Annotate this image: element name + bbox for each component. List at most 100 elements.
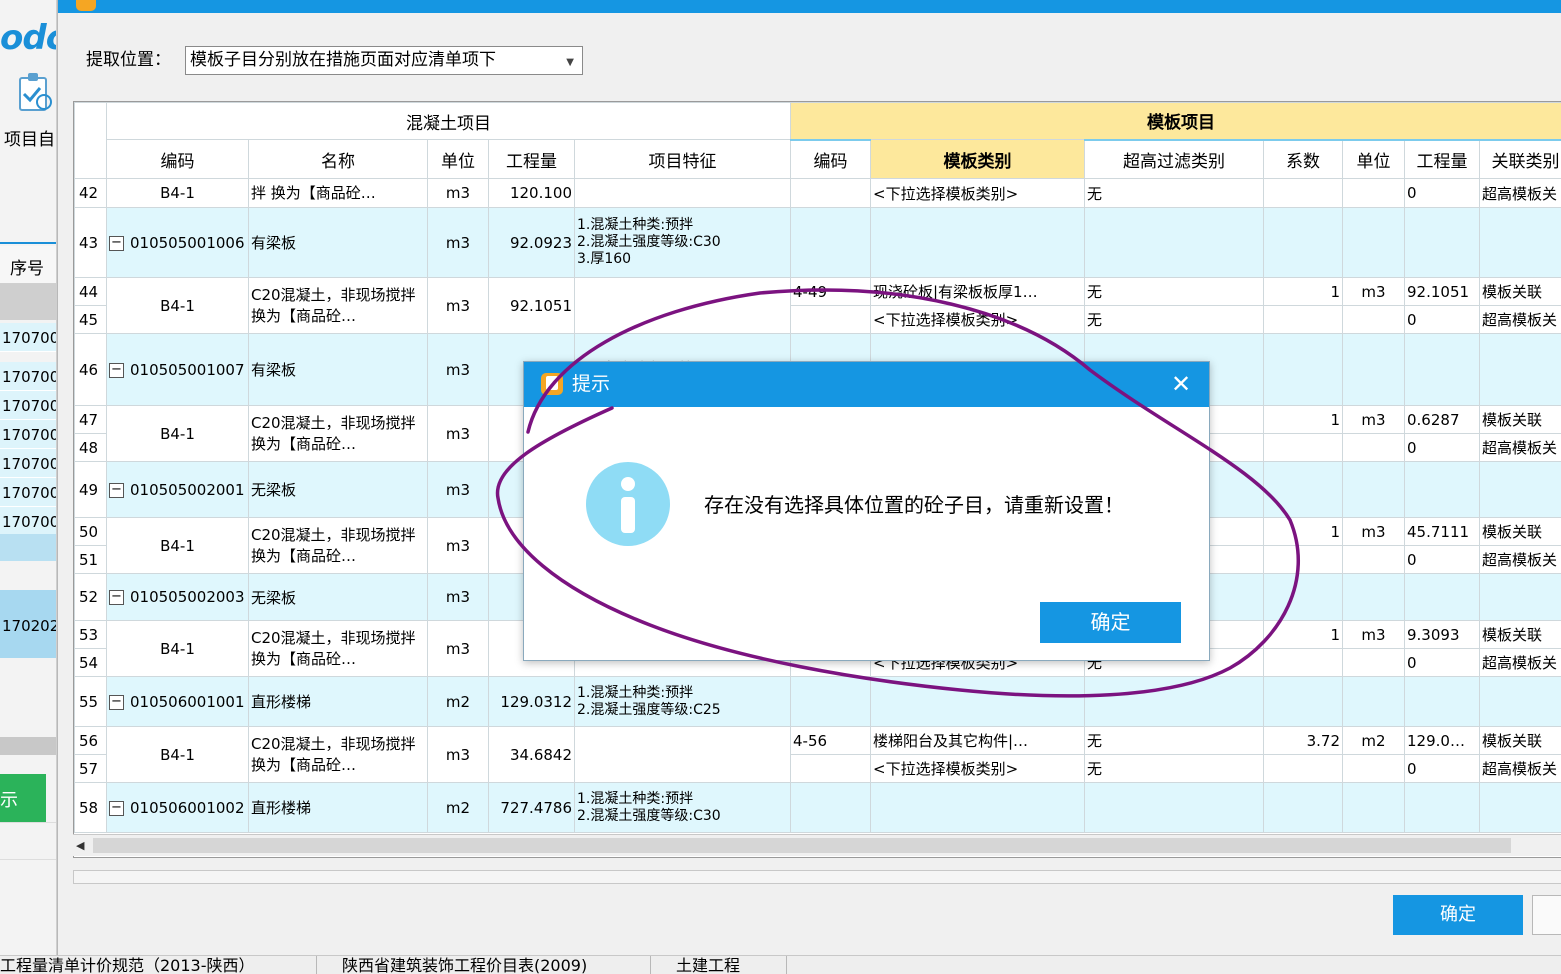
name-cell[interactable]: C20混凝土，非现场搅拌 换为【商品砼… (248, 620, 428, 677)
fw-unit-cell[interactable]: m3 (1342, 517, 1405, 546)
fw-unit-cell[interactable] (1342, 648, 1405, 677)
fw-unit-cell[interactable]: m2 (1342, 726, 1405, 755)
fw-unit-cell[interactable] (1342, 433, 1405, 462)
code-cell[interactable]: −010505002003 (106, 573, 249, 621)
feature-cell[interactable]: 1.混凝土种类:预拌 2.混凝土强度等级:C25 (574, 676, 791, 727)
fw-relation-cell[interactable]: 超高模板关 (1478, 305, 1561, 334)
code-cell[interactable]: −010506001001 (106, 676, 249, 727)
fw-unit-cell[interactable] (1342, 178, 1405, 208)
cancel-button[interactable] (1532, 895, 1561, 935)
ok-button[interactable]: 确定 (1040, 602, 1181, 643)
fw-code-cell[interactable] (790, 178, 871, 208)
code-cell[interactable]: B4-1 (106, 277, 249, 334)
fw-relation-cell[interactable] (1478, 333, 1561, 406)
unit-cell[interactable]: m3 (427, 207, 489, 278)
list-item[interactable]: 170700 (0, 391, 56, 420)
fw-qty-cell[interactable]: 0 (1404, 545, 1480, 574)
fw-coef-cell[interactable]: 1 (1263, 517, 1343, 546)
collapse-icon[interactable]: − (109, 800, 124, 816)
code-cell[interactable]: B4-1 (106, 405, 249, 462)
col-header-fw-category[interactable]: 模板类别 (870, 139, 1085, 179)
col-header-feature[interactable]: 项目特征 (574, 139, 791, 179)
fw-relation-cell[interactable]: 超高模板关 (1478, 648, 1561, 677)
fw-coef-cell[interactable] (1263, 333, 1343, 406)
location-select[interactable]: 模板子目分别放在措施页面对应清单项下 ▼ (185, 46, 583, 75)
name-cell[interactable]: 拌 换为【商品砼… (248, 178, 428, 208)
code-cell[interactable]: B4-1 (106, 726, 249, 783)
fw-coef-cell[interactable] (1263, 545, 1343, 574)
list-item[interactable]: 170700 (0, 362, 56, 391)
selected-list-item[interactable]: 170202 (0, 590, 56, 658)
fw-filter-cell[interactable]: 无 (1084, 305, 1264, 334)
code-cell[interactable]: −010505002001 (106, 461, 249, 518)
fw-code-cell[interactable]: 4-49 (790, 277, 871, 306)
unit-cell[interactable]: m2 (427, 782, 489, 833)
fw-qty-cell[interactable] (1404, 676, 1480, 727)
fw-relation-cell[interactable]: 模板关联 (1478, 726, 1561, 755)
fw-relation-cell[interactable] (1478, 676, 1561, 727)
fw-coef-cell[interactable] (1263, 305, 1343, 334)
collapse-icon[interactable]: − (109, 590, 124, 605)
fw-qty-cell[interactable] (1404, 461, 1480, 518)
fw-code-cell[interactable] (790, 754, 871, 783)
fw-unit-cell[interactable] (1342, 207, 1405, 278)
collapse-icon[interactable]: − (109, 362, 124, 378)
close-icon[interactable]: ✕ (1168, 371, 1194, 397)
fw-relation-cell[interactable]: 超高模板关 (1478, 545, 1561, 574)
fw-qty-cell[interactable]: 9.3093 (1404, 620, 1480, 649)
fw-unit-cell[interactable]: m3 (1342, 405, 1405, 434)
unit-cell[interactable]: m3 (427, 333, 489, 406)
hint-button[interactable]: 示 (0, 774, 46, 822)
table-row[interactable]: 55−010506001001 直形楼梯 m2 129.0312 1.混凝土种类:预拌 2… (74, 676, 1561, 727)
fw-relation-cell[interactable]: 模板关联 (1478, 277, 1561, 306)
fw-unit-cell[interactable] (1342, 676, 1405, 727)
col-header-fw-relation[interactable]: 关联类别 (1478, 138, 1561, 179)
feature-cell[interactable]: 1.混凝土种类:预拌 2.混凝土强度等级:C30 3.厚160 (574, 207, 791, 278)
qty-cell[interactable]: 120.100 (488, 178, 575, 208)
feature-cell[interactable] (574, 178, 791, 208)
list-item[interactable]: 170700 (0, 323, 56, 352)
name-cell[interactable]: 有梁板 (248, 207, 428, 278)
fw-filter-cell[interactable] (1084, 207, 1264, 278)
code-cell[interactable]: −010506001002 (106, 782, 249, 833)
name-cell[interactable]: 无梁板 (248, 573, 428, 621)
col-header-fw-coef[interactable]: 系数 (1263, 138, 1343, 179)
code-cell[interactable]: B4-1 (106, 620, 249, 677)
fw-code-cell[interactable] (790, 782, 871, 833)
fw-coef-cell[interactable] (1263, 461, 1343, 518)
unit-cell[interactable]: m2 (427, 676, 489, 727)
fw-category-cell[interactable]: 现浇砼板|有梁板板厚1… (870, 277, 1085, 306)
col-header-fw-code[interactable]: 编码 (790, 138, 871, 179)
fw-filter-cell[interactable] (1084, 676, 1264, 727)
fw-unit-cell[interactable] (1342, 754, 1405, 783)
unit-cell[interactable]: m3 (427, 517, 489, 574)
col-header-fw-unit[interactable]: 单位 (1342, 138, 1405, 179)
fw-relation-cell[interactable] (1478, 461, 1561, 518)
col-header-unit[interactable]: 单位 (427, 139, 489, 179)
name-cell[interactable]: C20混凝土，非现场搅拌 换为【商品砼… (248, 517, 428, 574)
unit-cell[interactable]: m3 (427, 178, 489, 208)
fw-relation-cell[interactable] (1478, 207, 1561, 278)
fw-qty-cell[interactable]: 0 (1404, 754, 1480, 783)
fw-unit-cell[interactable] (1342, 305, 1405, 334)
fw-coef-cell[interactable]: 1 (1263, 277, 1343, 306)
col-header-fw-filter[interactable]: 超高过滤类别 (1084, 138, 1264, 179)
fw-filter-cell[interactable]: 无 (1084, 754, 1264, 783)
fw-qty-cell[interactable]: 0 (1404, 433, 1480, 462)
code-cell[interactable]: B4-1 (106, 178, 249, 208)
fw-coef-cell[interactable] (1263, 754, 1343, 783)
fw-coef-cell[interactable] (1263, 782, 1343, 833)
unit-cell[interactable]: m3 (427, 620, 489, 677)
col-header-qty[interactable]: 工程量 (488, 139, 575, 179)
collapse-icon[interactable]: − (109, 482, 124, 498)
name-cell[interactable]: C20混凝土，非现场搅拌 换为【商品砼… (248, 405, 428, 462)
fw-coef-cell[interactable] (1263, 178, 1343, 208)
fw-relation-cell[interactable]: 超高模板关 (1478, 754, 1561, 783)
fw-category-cell[interactable]: 楼梯阳台及其它构件|… (870, 726, 1085, 755)
fw-category-cell[interactable]: <下拉选择模板类别> (870, 178, 1085, 208)
list-item[interactable]: 170700 (0, 507, 56, 536)
collapse-icon[interactable]: − (109, 235, 124, 251)
fw-category-cell[interactable] (870, 676, 1085, 727)
fw-code-cell[interactable]: 4-56 (790, 726, 871, 755)
fw-qty-cell[interactable] (1404, 573, 1480, 621)
